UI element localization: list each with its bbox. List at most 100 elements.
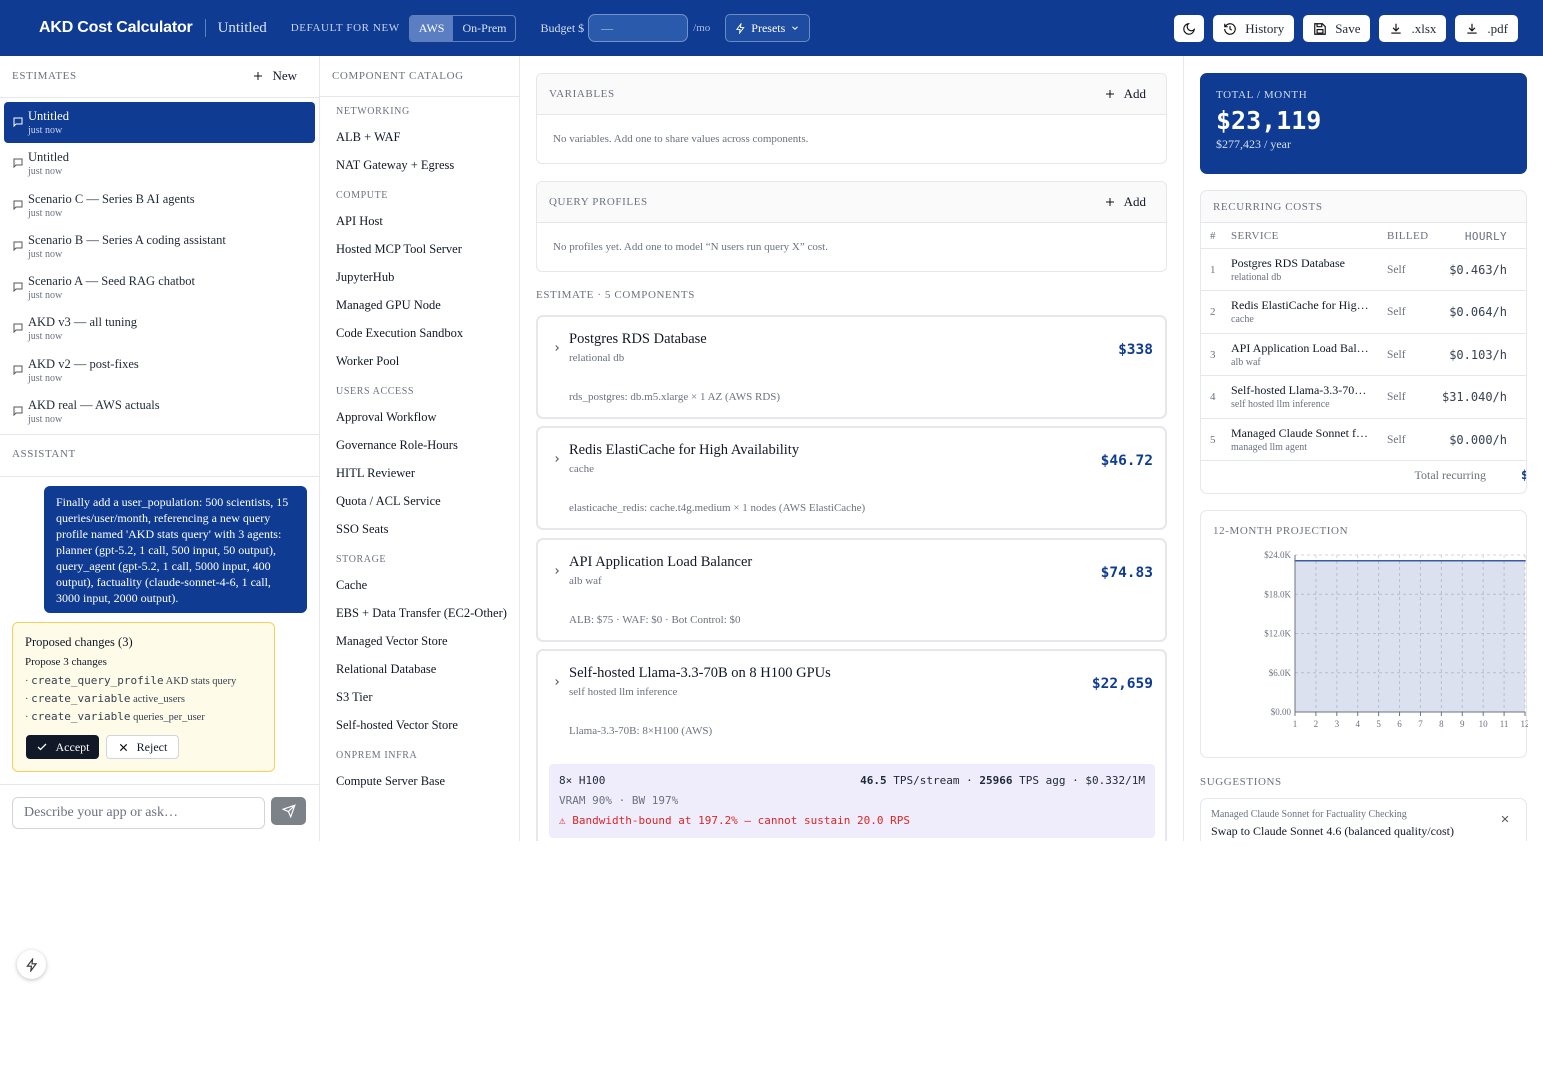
reject-button[interactable]: Reject [106,735,179,759]
default-env-label: DEFAULT FOR NEW [290,22,400,34]
quick-action-button[interactable] [17,950,46,979]
total-label: TOTAL / MONTH [1216,89,1308,101]
estimate-item[interactable]: Scenario A — Seed RAG chatbot just now [4,267,315,308]
estimate-time: just now [28,290,63,302]
projection-chart: $0.00$6.0K$12.0K$18.0K$24.0K1 2 3 4 5 6 7 8 9 10 1… [1264,550,1528,729]
catalog-item[interactable]: API Host [336,207,516,235]
catalog-item[interactable]: Approval Workflow [336,403,516,431]
component-card[interactable]: Redis ElastiCache for High Availability … [536,426,1167,530]
row-service: Managed Claude Sonnet for Factuality Che… [1231,425,1371,440]
catalog-item[interactable]: Hosted MCP Tool Server [336,235,516,263]
chevron-right-icon[interactable] [552,677,562,687]
estimate-item[interactable]: Untitled just now [4,102,315,144]
catalog-item[interactable]: Relational Database [336,655,516,683]
row-hourly: $0.064/h [1449,305,1507,320]
catalog-item[interactable]: Worker Pool [336,347,516,375]
estimate-item[interactable]: AKD v3 — all tuning just now [4,308,315,349]
history-button[interactable]: History [1213,15,1295,42]
catalog-group-header: ONPREM INFRA [336,750,418,761]
presets-dropdown[interactable]: Presets [725,14,811,42]
catalog-item[interactable]: EBS + Data Transfer (EC2-Other) [336,599,516,627]
row-number: 5 [1210,433,1216,446]
estimate-item[interactable]: AKD real — AWS actuals just now [4,391,315,432]
export-xlsx-button[interactable]: .xlsx [1379,15,1447,42]
suggestion-context: Managed Claude Sonnet for Factuality Che… [1211,809,1407,820]
catalog-item[interactable]: Governance Role-Hours [336,431,516,459]
suggestion-card[interactable]: Managed Claude Sonnet for Factuality Che… [1200,798,1527,841]
component-name: Postgres RDS Database [569,331,707,347]
recurring-table-header: # SERVICE BILLED HOURLY [1201,223,1526,249]
catalog-item[interactable]: HITL Reviewer [336,459,516,487]
catalog-item[interactable]: ALB + WAF [336,123,516,151]
chevron-right-icon[interactable] [552,343,562,353]
catalog-item[interactable]: NAT Gateway + Egress [336,151,516,179]
top-bar: AKD Cost Calculator Untitled DEFAULT FOR… [0,0,1543,56]
estimate-item[interactable]: Scenario B — Series A coding assistant ju… [4,226,315,267]
row-billed: Self [1387,306,1406,319]
proposal-subtitle: Propose 3 changes [25,656,107,668]
estimate-item[interactable]: Untitled just now [4,143,315,184]
total-recurring-label: Total recurring [1414,468,1486,482]
catalog-item[interactable]: SSO Seats [336,515,516,543]
y-tick-label: $12.0K [1264,629,1291,639]
accept-label: Accept [55,739,90,754]
env-option-onprem[interactable]: On-Prem [453,16,515,41]
send-button[interactable] [271,797,306,825]
estimate-time: just now [28,248,63,260]
assistant-input[interactable]: Describe your app or ask… [12,797,265,829]
row-hourly: $0.463/h [1449,263,1507,277]
total-value: $23,119 [1216,106,1322,135]
document-title[interactable]: Untitled [218,20,267,37]
dismiss-icon[interactable] [1500,814,1510,824]
add-profile-button[interactable]: Add [1104,194,1146,210]
chevron-down-icon [792,26,799,30]
query-profiles-header: QUERY PROFILES [549,196,648,208]
estimate-name: AKD v2 — post-fixes [28,356,139,371]
catalog-item[interactable]: Managed GPU Node [336,291,516,319]
component-card[interactable]: Self-hosted Llama-3.3-70B on 8 H100 GPUs… [536,649,1167,841]
catalog-item[interactable]: Quota / ACL Service [336,487,516,515]
proposal-change-list: · create_query_profile AKD stats query ·… [25,672,262,726]
accept-button[interactable]: Accept [26,735,99,759]
col-service: SERVICE [1231,230,1279,242]
row-service: Self-hosted Llama-3.3-70B on 8 H100 GPUs [1231,383,1371,398]
theme-toggle-button[interactable] [1174,15,1205,42]
add-variable-button[interactable]: Add [1104,86,1146,102]
assistant-header: ASSISTANT [12,448,76,460]
component-card[interactable]: Postgres RDS Database relational db $338… [536,315,1167,419]
row-service: Postgres RDS Database [1231,256,1345,270]
catalog-item[interactable]: Managed Vector Store [336,627,516,655]
chevron-right-icon[interactable] [552,566,562,576]
data-point [1377,559,1380,562]
left-sidebar: ESTIMATES New Untitled just now Untitled ju… [0,56,320,841]
component-card[interactable]: API Application Load Balancer alb waf $7… [536,538,1167,642]
catalog-item[interactable]: Compute Server Base [336,767,516,795]
catalog-item[interactable]: Cache [336,571,516,599]
estimate-time: just now [28,125,63,136]
env-option-aws[interactable]: AWS [409,15,454,41]
bolt-icon [736,22,745,34]
estimate-name: AKD real — AWS actuals [28,398,160,413]
chat-icon [13,323,23,334]
x-tick-label: 4 [1355,719,1360,729]
estimate-item[interactable]: AKD v2 — post-fixes just now [4,350,315,391]
budget-input[interactable]: — [588,14,689,42]
catalog-item[interactable]: Self-hosted Vector Store [336,711,516,739]
change-op: create_variable [31,692,131,705]
pdf-label: .pdf [1487,20,1508,36]
catalog-item[interactable]: Code Execution Sandbox [336,319,516,347]
data-point [1461,559,1464,562]
chevron-right-icon[interactable] [552,454,562,464]
chat-icon [13,241,23,252]
save-button[interactable]: Save [1303,15,1371,42]
catalog-item[interactable]: JupyterHub [336,263,516,291]
data-point [1440,559,1443,562]
new-estimate-button[interactable]: New [252,68,297,84]
estimate-name: Scenario C — Series B AI agents [28,191,195,206]
export-pdf-button[interactable]: .pdf [1455,15,1518,42]
table-row: 3 API Application Load Balancer alb waf Sel… [1201,334,1526,377]
new-estimate-label: New [272,68,297,83]
catalog-item[interactable]: S3 Tier [336,683,516,711]
table-row: 1 Postgres RDS Database relational db Self $… [1201,249,1526,292]
estimate-item[interactable]: Scenario C — Series B AI agents just now [4,185,315,226]
